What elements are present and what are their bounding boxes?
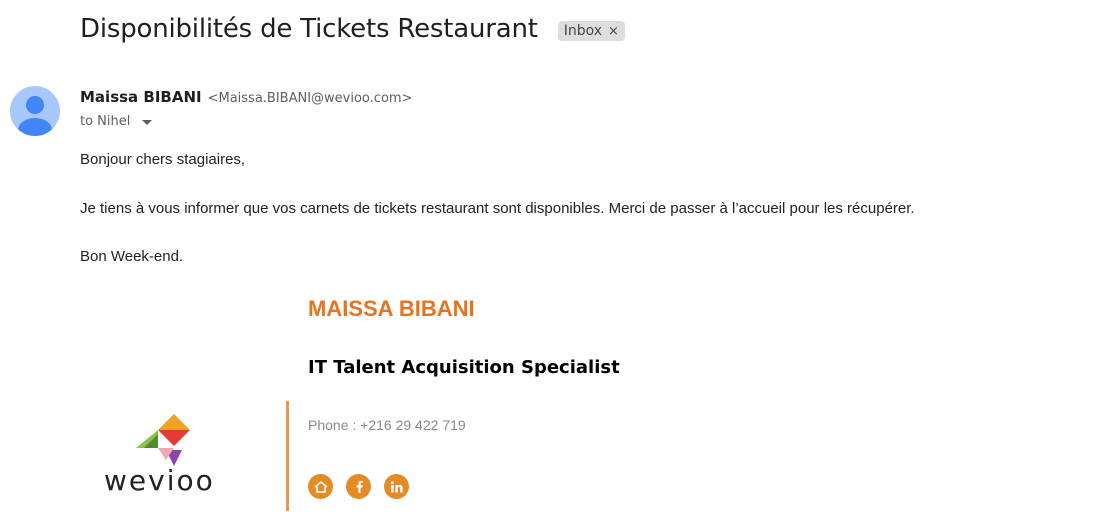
to-line: to Nihel — [80, 114, 131, 129]
email-subject: Disponibilités de Tickets Restaurant — [80, 14, 538, 44]
signature-title: IT Talent Acquisition Specialist — [308, 357, 620, 378]
signature-name: MAISSA BIBANI — [308, 296, 475, 321]
avatar[interactable] — [10, 86, 60, 136]
home-icon[interactable] — [308, 474, 333, 499]
label-chip-text: Inbox — [563, 23, 603, 39]
caret-down-icon[interactable] — [142, 120, 153, 125]
body-closing: Bon Week-end. — [80, 248, 184, 265]
sender-row: Maissa BIBANI <Maissa.BIBANI@wevioo.com> — [80, 88, 412, 106]
person-icon — [18, 96, 52, 136]
wevioo-wordmark: wevioo — [104, 466, 215, 496]
inbox-label-chip[interactable]: Inbox × — [557, 21, 625, 41]
signature-divider — [286, 401, 289, 511]
recipients-toggle[interactable]: to Nihel — [80, 114, 153, 129]
sender-email: <Maissa.BIBANI@wevioo.com> — [207, 91, 413, 106]
svg-text:wevioo: wevioo — [104, 466, 215, 496]
body-paragraph: Je tiens à vous informer que vos carnets… — [80, 200, 915, 217]
signature-phone: Phone : +216 29 422 719 — [308, 417, 466, 433]
linkedin-icon[interactable] — [384, 474, 409, 499]
subject-header: Disponibilités de Tickets Restaurant Inb… — [80, 14, 625, 44]
sender-name[interactable]: Maissa BIBANI — [80, 88, 202, 106]
body-greeting: Bonjour chers stagiaires, — [80, 151, 246, 168]
remove-label-icon[interactable]: × — [608, 24, 619, 39]
facebook-icon[interactable] — [346, 474, 371, 499]
